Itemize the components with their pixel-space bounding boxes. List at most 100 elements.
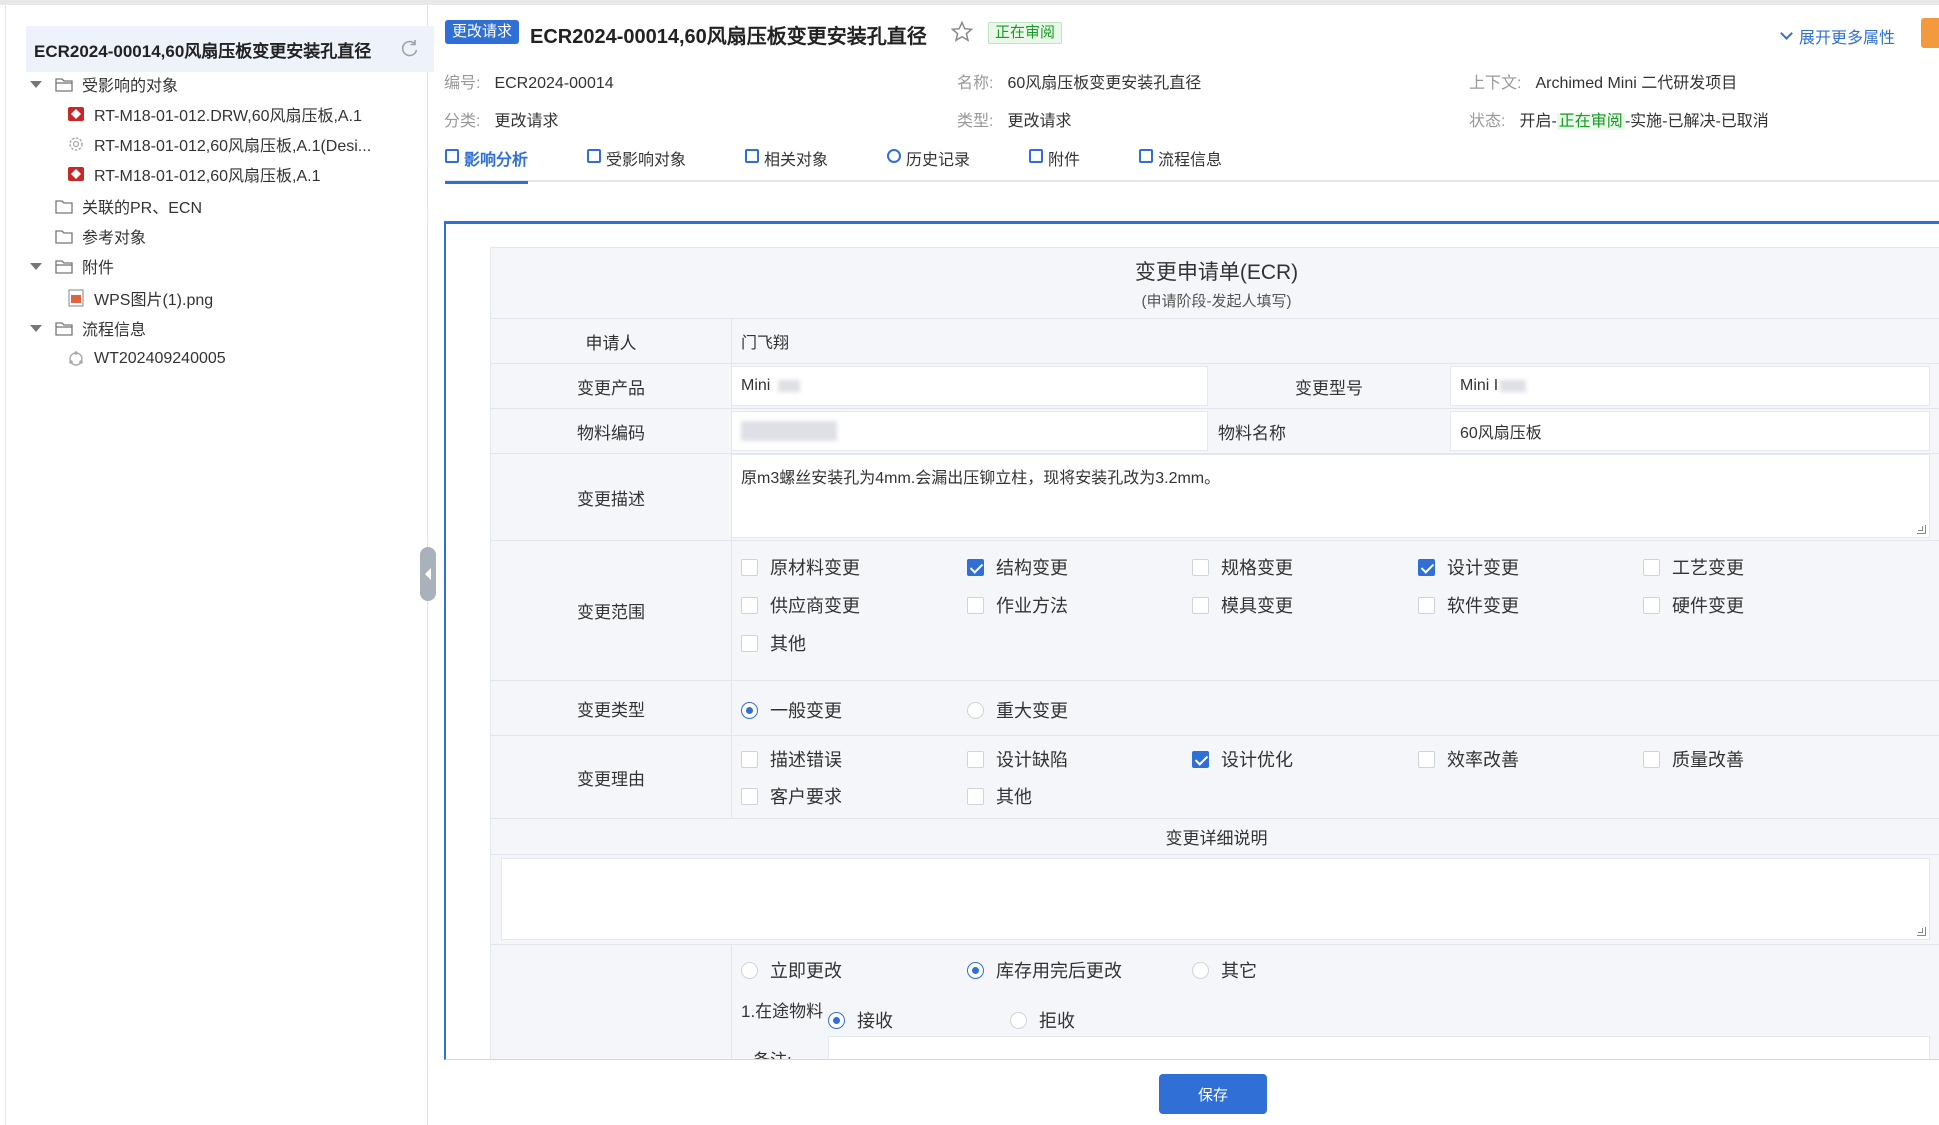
radio-selected[interactable] xyxy=(741,701,758,719)
checkbox[interactable] xyxy=(1192,596,1209,614)
option-label: 原材料变更 xyxy=(770,558,860,578)
scope-option-spec[interactable]: 规格变更 xyxy=(1192,554,1293,580)
radio[interactable] xyxy=(1192,961,1209,979)
checkbox[interactable] xyxy=(741,750,758,768)
tree-item-drawing[interactable]: RT-M18-01-012.DRW,60风扇压板,A.1 xyxy=(66,101,362,127)
expand-more-attributes-link[interactable]: 展开更多属性 xyxy=(1780,24,1895,48)
reason-option-efficiency[interactable]: 效率改善 xyxy=(1418,746,1519,772)
scope-option-structure[interactable]: 结构变更 xyxy=(967,554,1068,580)
checkbox[interactable] xyxy=(1643,750,1660,768)
description-textarea[interactable]: 原m3螺丝安装孔为4mm.会漏出压铆立柱，现将安装孔改为3.2mm。 xyxy=(731,454,1930,538)
type-option-major[interactable]: 重大变更 xyxy=(967,697,1068,723)
timing-option-after-stock[interactable]: 库存用完后更改 xyxy=(967,957,1122,983)
type-option-general[interactable]: 一般变更 xyxy=(741,697,842,723)
scope-option-raw-material[interactable]: 原材料变更 xyxy=(741,554,860,580)
radio[interactable] xyxy=(741,961,758,979)
tree-item-part[interactable]: RT-M18-01-012,60风扇压板,A.1 xyxy=(66,161,320,187)
scope-option-mold[interactable]: 模具变更 xyxy=(1192,592,1293,618)
checkbox[interactable] xyxy=(1192,558,1209,576)
checkbox[interactable] xyxy=(967,596,984,614)
radio[interactable] xyxy=(1010,1011,1027,1029)
scope-option-process[interactable]: 工艺变更 xyxy=(1643,554,1744,580)
save-button[interactable]: 保存 xyxy=(1159,1074,1267,1114)
timing-option-other[interactable]: 其它 xyxy=(1192,957,1257,983)
sidebar-header[interactable]: ECR2024-00014,60风扇压板变更安装孔直径 xyxy=(26,26,434,72)
reason-option-customer[interactable]: 客户要求 xyxy=(741,783,842,809)
expand-triangle-icon[interactable] xyxy=(30,80,42,88)
timing-option-immediate[interactable]: 立即更改 xyxy=(741,957,842,983)
scope-option-supplier[interactable]: 供应商变更 xyxy=(741,592,860,618)
tree-item-label: 受影响的对象 xyxy=(82,78,179,95)
material-code-input[interactable] xyxy=(731,411,1208,451)
checkbox[interactable] xyxy=(967,750,984,768)
tree-item-related-pr-ecn[interactable]: 关联的PR、ECN xyxy=(30,193,202,219)
star-icon[interactable] xyxy=(950,20,974,44)
in-transit-option-accept[interactable]: 接收 xyxy=(828,1007,893,1033)
checkbox[interactable] xyxy=(1643,596,1660,614)
checkbox-checked[interactable] xyxy=(967,558,984,576)
radio-selected[interactable] xyxy=(828,1011,845,1029)
meta-value: ECR2024-00014 xyxy=(494,75,614,92)
reason-option-design-optimization[interactable]: 设计优化 xyxy=(1192,746,1293,772)
tab-impact-analysis[interactable]: 影响分析 xyxy=(445,146,529,184)
checkbox[interactable] xyxy=(1418,750,1435,768)
meta-key: 名称: xyxy=(957,75,994,92)
resize-handle[interactable] xyxy=(1917,927,1926,936)
reason-option-description-error[interactable]: 描述错误 xyxy=(741,746,842,772)
remark-input[interactable] xyxy=(828,1036,1930,1059)
checkbox[interactable] xyxy=(741,558,758,576)
in-transit-option-reject[interactable]: 拒收 xyxy=(1010,1007,1075,1033)
option-label: 其他 xyxy=(770,634,806,654)
tree-item-label: WPS图片(1).png xyxy=(94,292,214,309)
tab-affected-objects[interactable]: 受影响对象 xyxy=(587,146,686,182)
sidebar-collapse-handle[interactable] xyxy=(420,547,436,601)
meta-value: Archimed Mini 二代研发项目 xyxy=(1535,75,1738,92)
checkbox[interactable] xyxy=(1418,596,1435,614)
material-name-input[interactable]: 60风扇压板 xyxy=(1450,411,1930,451)
checkbox-checked[interactable] xyxy=(1418,558,1435,576)
tree-item-attachments[interactable]: 附件 xyxy=(30,253,114,279)
checkbox[interactable] xyxy=(741,787,758,805)
page-title: ECR2024-00014,60风扇压板变更安装孔直径 xyxy=(530,26,927,48)
tree-item-process-info[interactable]: 流程信息 xyxy=(30,315,146,341)
refresh-icon[interactable] xyxy=(400,38,420,58)
reason-option-quality[interactable]: 质量改善 xyxy=(1643,746,1744,772)
radio[interactable] xyxy=(967,701,984,719)
tree-item-png-file[interactable]: WPS图片(1).png xyxy=(66,285,213,311)
detail-label: 变更详细说明 xyxy=(491,819,1939,854)
checkbox[interactable] xyxy=(741,634,758,652)
tree-item-reference-objects[interactable]: 参考对象 xyxy=(30,223,146,249)
model-input[interactable]: Mini I xyxy=(1450,366,1930,406)
meta-status: 状态: 开启- 正在审阅 -实施-已解决-已取消 xyxy=(1469,107,1769,131)
workflow-icon xyxy=(69,351,83,366)
checkbox[interactable] xyxy=(967,787,984,805)
scope-option-software[interactable]: 软件变更 xyxy=(1418,592,1519,618)
checkbox[interactable] xyxy=(741,596,758,614)
tab-related-objects[interactable]: 相关对象 xyxy=(745,146,828,182)
detail-textarea[interactable] xyxy=(501,858,1930,940)
tree-item-workflow[interactable]: WT202409240005 xyxy=(66,346,226,372)
scope-option-method[interactable]: 作业方法 xyxy=(967,592,1068,618)
checkbox-checked[interactable] xyxy=(1192,750,1209,768)
expand-triangle-icon[interactable] xyxy=(30,262,42,270)
side-panel-button[interactable] xyxy=(1921,18,1939,48)
tree-item-affected-objects[interactable]: 受影响的对象 xyxy=(30,71,178,97)
radio-selected[interactable] xyxy=(967,961,984,979)
meta-value: 更改请求 xyxy=(1007,113,1072,130)
tab-process-info[interactable]: 流程信息 xyxy=(1139,146,1222,182)
tab-history[interactable]: 历史记录 xyxy=(887,146,970,182)
tab-attachments[interactable]: 附件 xyxy=(1029,146,1080,182)
expand-triangle-icon[interactable] xyxy=(30,324,42,332)
meta-key: 分类: xyxy=(444,113,481,130)
scope-option-other[interactable]: 其他 xyxy=(741,630,806,656)
option-label: 其他 xyxy=(996,787,1032,807)
tree-item-design[interactable]: RT-M18-01-012,60风扇压板,A.1(Desi... xyxy=(66,131,371,157)
reason-option-other[interactable]: 其他 xyxy=(967,783,1032,809)
scope-option-design[interactable]: 设计变更 xyxy=(1418,554,1519,580)
reason-option-design-defect[interactable]: 设计缺陷 xyxy=(967,746,1068,772)
meta-key: 状态: xyxy=(1469,113,1506,130)
resize-handle[interactable] xyxy=(1917,525,1926,534)
scope-option-hardware[interactable]: 硬件变更 xyxy=(1643,592,1744,618)
checkbox[interactable] xyxy=(1643,558,1660,576)
product-input[interactable]: Mini xyxy=(731,366,1208,406)
